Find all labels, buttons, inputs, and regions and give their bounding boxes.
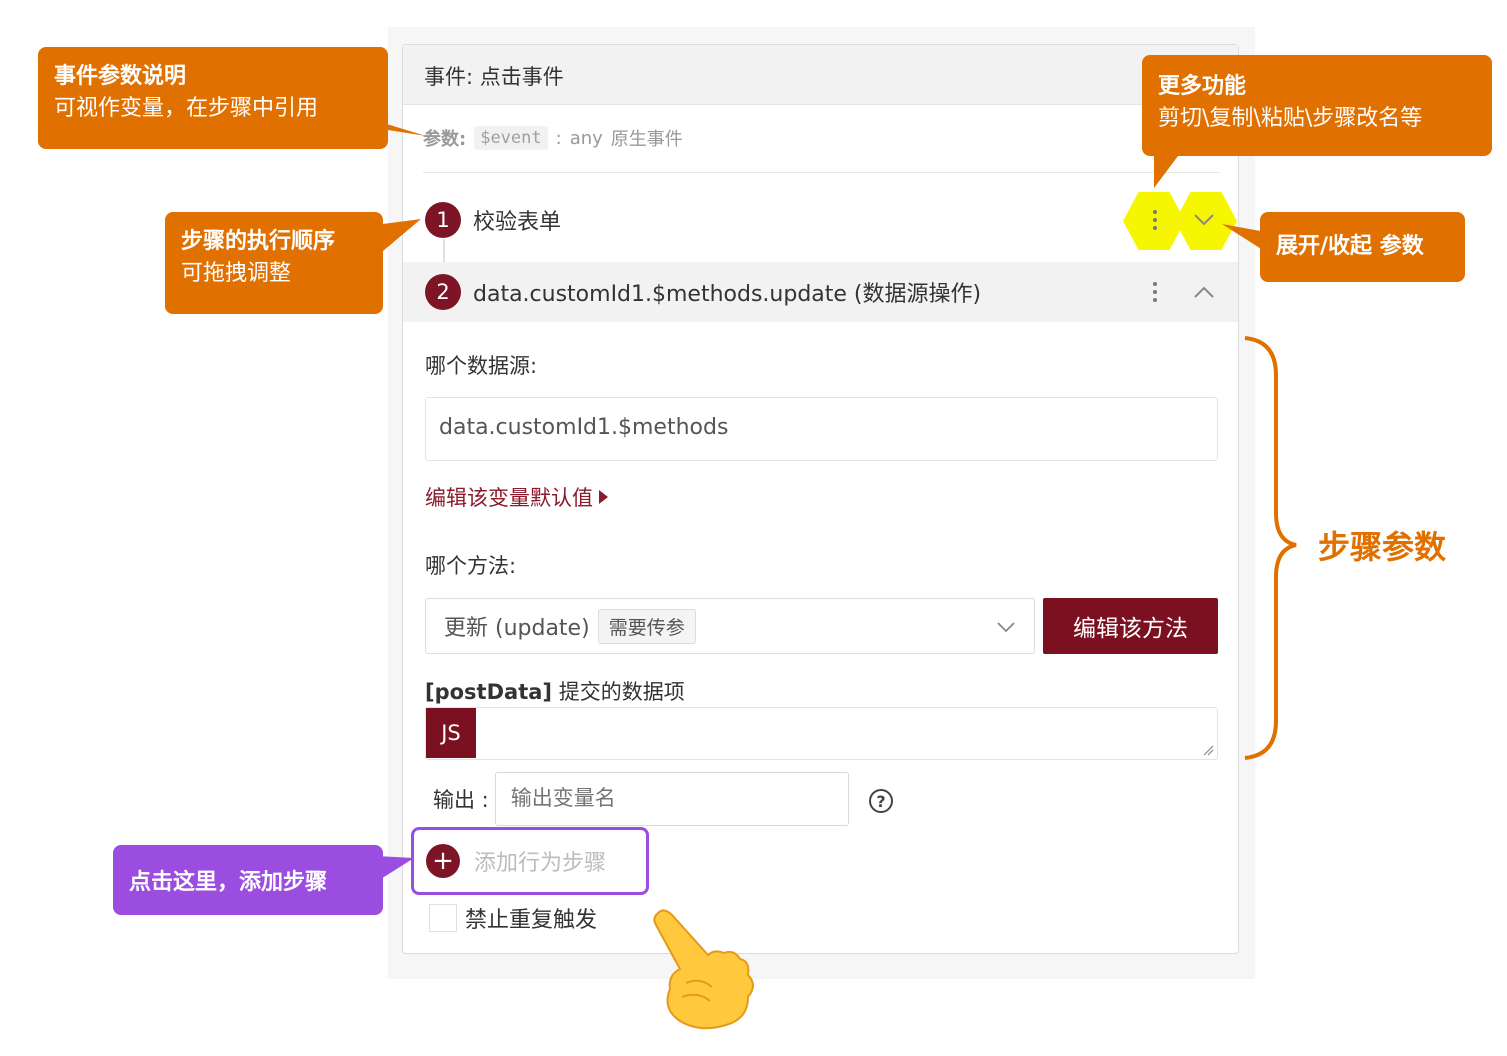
step-number-badge: 1 bbox=[425, 202, 461, 238]
event-params-line: 参数: $event : any 原生事件 bbox=[423, 125, 683, 151]
callout-click-here: 点击这里，添加步骤 bbox=[113, 845, 383, 915]
output-row: 输出 : bbox=[433, 772, 849, 826]
step-number-badge: 2 bbox=[425, 274, 461, 310]
params-type: any bbox=[569, 127, 603, 149]
method-label: 哪个方法: bbox=[425, 554, 517, 578]
no-repeat-row: 禁止重复触发 bbox=[429, 902, 597, 934]
callout-step-order: 步骤的执行顺序 可拖拽调整 bbox=[165, 212, 383, 314]
chevron-up-icon[interactable] bbox=[1193, 285, 1215, 299]
edit-method-button[interactable]: 编辑该方法 bbox=[1043, 598, 1218, 654]
chevron-down-icon[interactable] bbox=[1193, 213, 1215, 227]
callout-body: 可视作变量，在步骤中引用 bbox=[54, 95, 319, 121]
add-step-button[interactable]: + 添加行为步骤 bbox=[411, 827, 649, 895]
needs-params-tag: 需要传参 bbox=[597, 608, 696, 644]
no-repeat-label: 禁止重复触发 bbox=[465, 908, 598, 933]
datasource-field[interactable]: data.customId1.$methods bbox=[425, 397, 1218, 461]
callout-title: 步骤的执行顺序 bbox=[181, 229, 336, 254]
datasource-label: 哪个数据源: bbox=[425, 354, 538, 378]
step-item-1[interactable]: 1 校验表单 bbox=[403, 201, 1238, 239]
brace-bracket bbox=[1244, 336, 1297, 760]
callout-title: 更多功能 bbox=[1158, 74, 1247, 99]
step-label: data.customId1.$methods.update (数据源操作) bbox=[473, 282, 982, 307]
params-variable: $event bbox=[474, 126, 548, 150]
method-value: 更新 (update) bbox=[444, 616, 590, 641]
step-item-2[interactable]: 2 data.customId1.$methods.update (数据源操作) bbox=[403, 262, 1238, 322]
caret-right-icon bbox=[599, 490, 608, 504]
callout-title: 事件参数说明 bbox=[54, 64, 187, 89]
callout-event-params: 事件参数说明 可视作变量，在步骤中引用 bbox=[38, 47, 388, 149]
output-label: 输出 : bbox=[433, 788, 489, 812]
callout-body: 可拖拽调整 bbox=[181, 260, 292, 286]
resize-grip-icon[interactable] bbox=[1202, 744, 1214, 756]
step-connector bbox=[443, 239, 445, 262]
postdata-desc: 提交的数据项 bbox=[558, 680, 685, 704]
screenshot-stage: 事件: 点击事件 参数: $event : any 原生事件 1 校验表单 2 … bbox=[0, 0, 1507, 1056]
output-variable-input[interactable] bbox=[494, 772, 849, 826]
params-colon: : bbox=[555, 127, 562, 149]
params-description: 原生事件 bbox=[610, 129, 683, 150]
js-badge[interactable]: JS bbox=[426, 708, 476, 758]
edit-default-link[interactable]: 编辑该变量默认值 bbox=[425, 482, 608, 512]
plus-icon: + bbox=[426, 844, 460, 878]
callout-more-functions: 更多功能 剪切\复制\粘贴\步骤改名等 bbox=[1142, 55, 1492, 156]
pointing-hand-icon bbox=[653, 909, 754, 1030]
callout-title: 点击这里，添加步骤 bbox=[129, 870, 328, 895]
callout-title: 展开/收起 参数 bbox=[1276, 234, 1424, 260]
more-vertical-icon[interactable] bbox=[1152, 282, 1158, 302]
method-select[interactable]: 更新 (update) 需要传参 bbox=[425, 598, 1035, 654]
postdata-key: [postData] bbox=[425, 680, 553, 704]
callout-expand-collapse: 展开/收起 参数 bbox=[1260, 212, 1465, 282]
step-label: 校验表单 bbox=[473, 210, 562, 235]
add-step-label: 添加行为步骤 bbox=[474, 851, 607, 876]
step-params-label: 步骤参数 bbox=[1318, 528, 1447, 566]
event-header: 事件: 点击事件 bbox=[403, 45, 1238, 105]
divider bbox=[423, 172, 1220, 173]
callout-body: 剪切\复制\粘贴\步骤改名等 bbox=[1158, 105, 1423, 131]
event-panel: 事件: 点击事件 参数: $event : any 原生事件 1 校验表单 2 … bbox=[402, 44, 1239, 954]
postdata-js-editor[interactable]: JS bbox=[425, 707, 1218, 760]
help-circle-icon[interactable]: ? bbox=[869, 789, 893, 813]
chevron-down-icon bbox=[997, 622, 1015, 633]
more-vertical-icon[interactable] bbox=[1152, 210, 1158, 230]
postdata-label: [postData] 提交的数据项 bbox=[425, 676, 685, 706]
edit-default-label: 编辑该变量默认值 bbox=[425, 486, 593, 510]
no-repeat-checkbox[interactable] bbox=[429, 904, 457, 932]
